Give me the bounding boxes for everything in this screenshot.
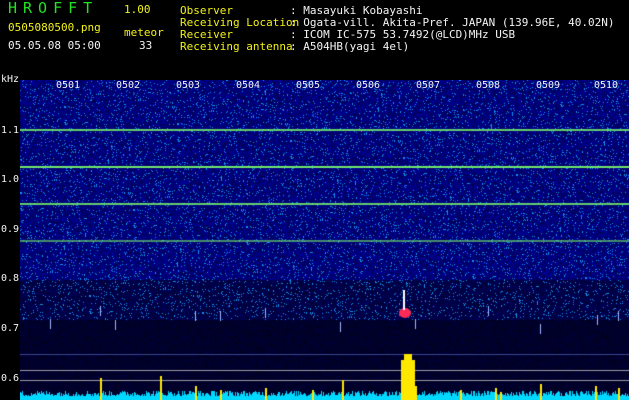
location-value: : Ogata-vill. Akita-Pref. JAPAN (139.96E…: [290, 16, 615, 29]
y-unit-label: kHz: [1, 74, 20, 85]
antenna-label: Receiving antenna: [180, 40, 293, 53]
x-tick-label: 0506: [356, 80, 381, 91]
x-tick-label: 0509: [536, 80, 561, 91]
x-tick-label: 0502: [116, 80, 141, 91]
observer-label: Observer: [180, 4, 233, 17]
antenna-value: : A504HB(yagi 4el): [290, 40, 410, 53]
meteor-label: meteor: [124, 26, 164, 39]
app-version: 1.00: [124, 3, 151, 16]
x-tick-label: 0508: [476, 80, 501, 91]
x-tick-label: 0507: [416, 80, 441, 91]
receiver-label: Receiver: [180, 28, 233, 41]
observer-value: : Masayuki Kobayashi: [290, 4, 423, 17]
meteor-count: 33: [139, 39, 153, 52]
y-tick-label: 0.6: [1, 373, 20, 384]
frequency-axis: kHz 1.1 1.0 0.9 0.8 0.7 0.6: [0, 72, 22, 400]
location-label: Receiving Location: [180, 16, 300, 29]
y-tick-label: 1.0: [1, 174, 20, 185]
x-tick-label: 0504: [236, 80, 261, 91]
datetime: 05.05.08 05:00: [8, 39, 101, 52]
hrofft-window: HROFFT 1.00 0505080500.png meteor 05.05.…: [0, 0, 629, 400]
x-tick-label: 0510: [594, 80, 619, 91]
x-tick-label: 0503: [176, 80, 201, 91]
receiver-value: : ICOM IC-575 53.7492(@LCD)MHz USB: [290, 28, 516, 41]
app-title: HROFFT: [8, 0, 99, 17]
filename: 0505080500.png: [8, 21, 101, 34]
spectrogram: [20, 80, 629, 400]
y-tick-label: 0.7: [1, 323, 20, 334]
y-tick-label: 1.1: [1, 125, 20, 136]
y-tick-label: 0.8: [1, 273, 20, 284]
x-tick-label: 0505: [296, 80, 321, 91]
y-tick-label: 0.9: [1, 224, 20, 235]
x-tick-label: 0501: [56, 80, 81, 91]
